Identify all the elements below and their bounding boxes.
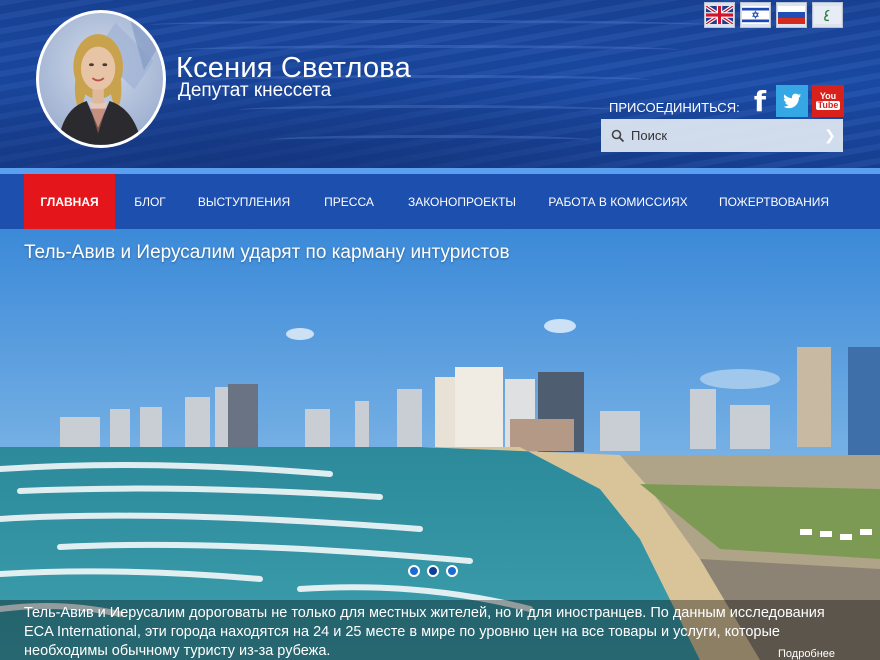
portrait-image xyxy=(58,17,159,145)
site-header: Ксения Светлова Депутат кнессета ПРИСОЕД… xyxy=(0,0,880,168)
slider-dot-3[interactable] xyxy=(446,565,458,577)
nav-item-speeches[interactable]: ВЫСТУПЛЕНИЯ xyxy=(194,174,294,229)
slider-pagination xyxy=(408,565,458,577)
youtube-icon[interactable]: You Tube xyxy=(812,85,844,117)
decor-seats xyxy=(270,135,590,145)
slide-headline[interactable]: Тель-Авив и Иерусалим ударят по карману … xyxy=(24,242,510,264)
english-flag-icon[interactable] xyxy=(704,2,735,28)
youtube-label-bottom: Tube xyxy=(815,100,841,110)
russian-flag-icon[interactable] xyxy=(776,2,807,28)
language-switcher xyxy=(704,2,843,30)
avatar xyxy=(36,10,166,148)
site-subtitle: Депутат кнессета xyxy=(178,80,332,101)
join-label: ПРИСОЕДИНИТЬСЯ: xyxy=(609,100,740,115)
tel-aviv-photo xyxy=(0,229,880,660)
decor-seats xyxy=(240,105,620,115)
chevron-right-icon[interactable]: ❯ xyxy=(817,119,843,152)
hebrew-israel-flag-icon[interactable] xyxy=(740,2,771,28)
nav-item-blog[interactable]: БЛОГ xyxy=(122,174,178,229)
slider-dot-1[interactable] xyxy=(408,565,420,577)
hero-slider[interactable] xyxy=(0,229,880,660)
slider-dot-2[interactable] xyxy=(427,565,439,577)
nav-item-donations[interactable]: ПОЖЕРТВОВАНИЯ xyxy=(714,174,834,229)
nav-item-home[interactable]: ГЛАВНАЯ xyxy=(24,174,115,229)
page: Ксения Светлова Депутат кнессета ПРИСОЕД… xyxy=(0,0,880,660)
arabic-language-icon[interactable] xyxy=(812,2,843,28)
decor-seats xyxy=(150,20,710,30)
search-input[interactable] xyxy=(629,119,817,152)
nav-item-committees[interactable]: РАБОТА В КОМИССИЯХ xyxy=(540,174,696,229)
nav-item-press[interactable]: ПРЕССА xyxy=(314,174,384,229)
main-nav: ГЛАВНАЯ БЛОГ ВЫСТУПЛЕНИЯ ПРЕССА ЗАКОНОПР… xyxy=(0,174,880,229)
search-box: ❯ xyxy=(601,119,843,152)
nav-item-bills[interactable]: ЗАКОНОПРОЕКТЫ xyxy=(402,174,522,229)
slide-caption: Тель-Авив и Иерусалим дороговаты не толь… xyxy=(24,605,825,659)
facebook-icon[interactable]: f xyxy=(744,85,776,118)
twitter-icon[interactable] xyxy=(776,85,808,117)
read-more-link[interactable]: Подробнее xyxy=(778,648,835,660)
search-icon xyxy=(607,125,629,147)
